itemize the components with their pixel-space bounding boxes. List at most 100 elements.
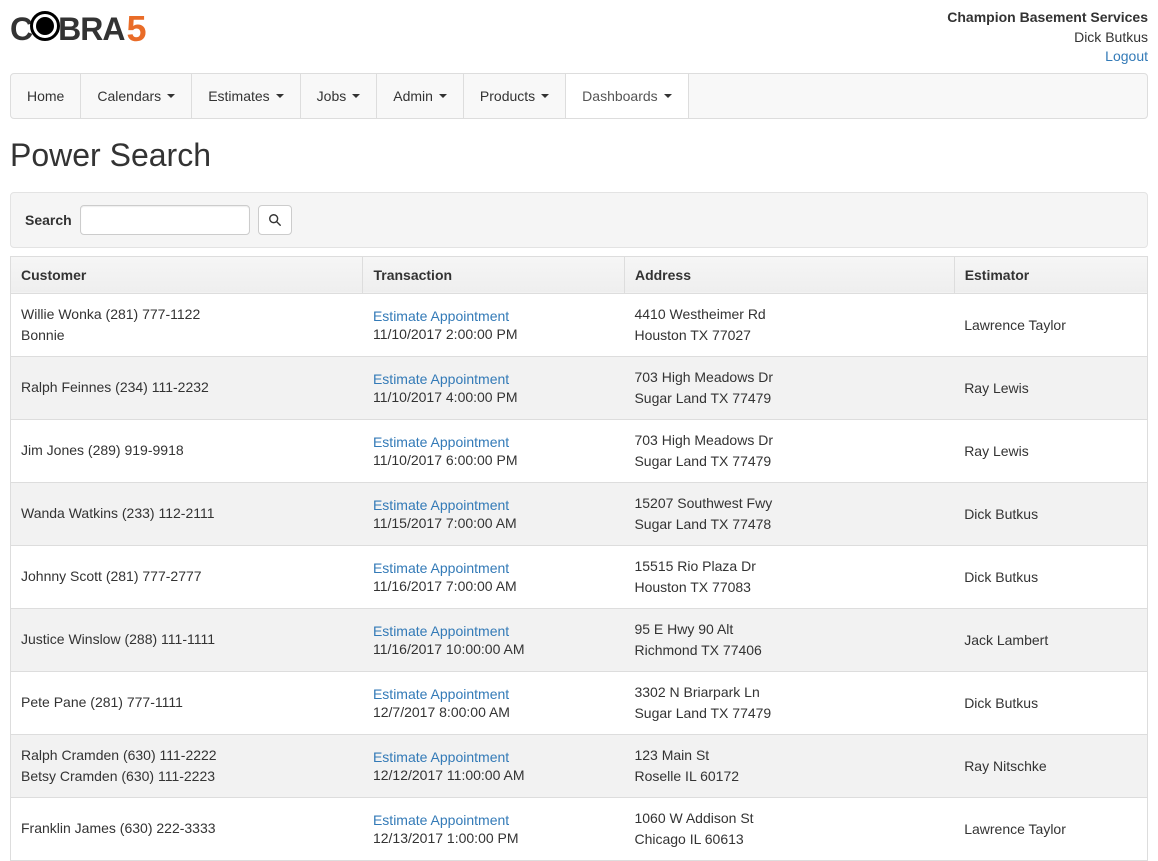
customer-line2: Betsy Cramden (630) 111-2223 <box>21 766 353 787</box>
search-button[interactable] <box>258 205 292 235</box>
customer-line1: Johnny Scott (281) 777-2777 <box>21 566 353 587</box>
transaction-link[interactable]: Estimate Appointment <box>373 749 509 765</box>
transaction-time: 11/16/2017 10:00:00 AM <box>373 641 525 657</box>
cell-address: 15207 Southwest FwySugar Land TX 77478 <box>624 482 954 545</box>
nav-dashboards-label: Dashboards <box>582 88 658 104</box>
caret-down-icon <box>276 94 284 98</box>
nav-products-label: Products <box>480 88 535 104</box>
customer-line1: Pete Pane (281) 777-1111 <box>21 692 353 713</box>
cell-transaction: Estimate Appointment12/12/2017 11:00:00 … <box>363 734 625 797</box>
address-line2: Sugar Land TX 77478 <box>634 514 944 535</box>
col-transaction[interactable]: Transaction <box>363 256 625 293</box>
table-row: Jim Jones (289) 919-9918 Estimate Appoint… <box>11 419 1148 482</box>
cell-address: 95 E Hwy 90 AltRichmond TX 77406 <box>624 608 954 671</box>
cell-customer: Franklin James (630) 222-3333 <box>11 797 363 860</box>
address-line2: Chicago IL 60613 <box>634 829 944 850</box>
results-table: Customer Transaction Address Estimator W… <box>10 256 1148 861</box>
transaction-link[interactable]: Estimate Appointment <box>373 560 509 576</box>
logout-link[interactable]: Logout <box>947 47 1148 67</box>
nav-jobs-label: Jobs <box>317 88 347 104</box>
cell-customer: Justice Winslow (288) 111-1111 <box>11 608 363 671</box>
cell-address: 703 High Meadows DrSugar Land TX 77479 <box>624 419 954 482</box>
address-line2: Sugar Land TX 77479 <box>634 388 944 409</box>
cell-estimator: Lawrence Taylor <box>954 797 1147 860</box>
address-line1: 123 Main St <box>634 745 944 766</box>
cell-transaction: Estimate Appointment11/10/2017 4:00:00 P… <box>363 356 625 419</box>
caret-down-icon <box>439 94 447 98</box>
address-line1: 15207 Southwest Fwy <box>634 493 944 514</box>
nav-products[interactable]: Products <box>464 74 566 118</box>
cell-customer: Jim Jones (289) 919-9918 <box>11 419 363 482</box>
table-row: Ralph Cramden (630) 111-2222Betsy Cramde… <box>11 734 1148 797</box>
address-line1: 95 E Hwy 90 Alt <box>634 619 944 640</box>
transaction-link[interactable]: Estimate Appointment <box>373 686 509 702</box>
cell-address: 123 Main StRoselle IL 60172 <box>624 734 954 797</box>
nav-home-label: Home <box>27 88 64 104</box>
transaction-time: 11/15/2017 7:00:00 AM <box>373 515 517 531</box>
address-line2: Houston TX 77083 <box>634 577 944 598</box>
transaction-link[interactable]: Estimate Appointment <box>373 434 509 450</box>
col-estimator[interactable]: Estimator <box>954 256 1147 293</box>
table-row: Franklin James (630) 222-3333 Estimate Ap… <box>11 797 1148 860</box>
search-icon <box>268 213 282 227</box>
cell-transaction: Estimate Appointment11/10/2017 6:00:00 P… <box>363 419 625 482</box>
cell-transaction: Estimate Appointment 12/7/2017 8:00:00 AM <box>363 671 625 734</box>
transaction-link[interactable]: Estimate Appointment <box>373 497 509 513</box>
table-row: Justice Winslow (288) 111-1111 Estimate A… <box>11 608 1148 671</box>
cell-address: 1060 W Addison StChicago IL 60613 <box>624 797 954 860</box>
nav-jobs[interactable]: Jobs <box>301 74 378 118</box>
search-label: Search <box>25 212 72 228</box>
cell-estimator: Ray Lewis <box>954 356 1147 419</box>
nav-home[interactable]: Home <box>11 74 81 118</box>
transaction-link[interactable]: Estimate Appointment <box>373 812 509 828</box>
customer-line1: Ralph Feinnes (234) 111-2232 <box>21 377 353 398</box>
customer-line1: Franklin James (630) 222-3333 <box>21 818 353 839</box>
cell-address: 703 High Meadows DrSugar Land TX 77479 <box>624 356 954 419</box>
transaction-time: 12/7/2017 8:00:00 AM <box>373 704 510 720</box>
logo-text-bra: BRA <box>58 11 124 48</box>
cell-transaction: Estimate Appointment 11/15/2017 7:00:00 A… <box>363 482 625 545</box>
logo[interactable]: C BRA 5 <box>10 8 145 50</box>
col-address[interactable]: Address <box>624 256 954 293</box>
cell-customer: Wanda Watkins (233) 112-2111 <box>11 482 363 545</box>
caret-down-icon <box>541 94 549 98</box>
transaction-link[interactable]: Estimate Appointment <box>373 623 509 639</box>
transaction-link[interactable]: Estimate Appointment <box>373 308 509 324</box>
cell-customer: Pete Pane (281) 777-1111 <box>11 671 363 734</box>
search-input[interactable] <box>80 205 250 235</box>
logo-text-c: C <box>10 11 32 48</box>
address-line2: Richmond TX 77406 <box>634 640 944 661</box>
nav-admin[interactable]: Admin <box>377 74 464 118</box>
logo-o-icon <box>30 11 60 41</box>
cell-customer: Ralph Cramden (630) 111-2222Betsy Cramde… <box>11 734 363 797</box>
transaction-link[interactable]: Estimate Appointment <box>373 371 509 387</box>
nav-dashboards[interactable]: Dashboards <box>566 74 689 118</box>
caret-down-icon <box>664 94 672 98</box>
address-line1: 3302 N Briarpark Ln <box>634 682 944 703</box>
cell-address: 4410 Westheimer RdHouston TX 77027 <box>624 293 954 356</box>
caret-down-icon <box>352 94 360 98</box>
cell-estimator: Dick Butkus <box>954 671 1147 734</box>
user-name: Dick Butkus <box>947 28 1148 48</box>
cell-transaction: Estimate Appointment11/16/2017 7:00:00 A… <box>363 545 625 608</box>
cell-estimator: Jack Lambert <box>954 608 1147 671</box>
customer-line1: Jim Jones (289) 919-9918 <box>21 440 353 461</box>
customer-line2: Bonnie <box>21 325 353 346</box>
address-line2: Sugar Land TX 77479 <box>634 703 944 724</box>
customer-line1: Justice Winslow (288) 111-1111 <box>21 629 353 650</box>
transaction-time: 12/13/2017 1:00:00 PM <box>373 830 519 846</box>
cell-address: 3302 N Briarpark LnSugar Land TX 77479 <box>624 671 954 734</box>
cell-estimator: Lawrence Taylor <box>954 293 1147 356</box>
cell-estimator: Ray Nitschke <box>954 734 1147 797</box>
nav-estimates-label: Estimates <box>208 88 269 104</box>
address-line2: Roselle IL 60172 <box>634 766 944 787</box>
cell-transaction: Estimate Appointment11/10/2017 2:00:00 P… <box>363 293 625 356</box>
nav-calendars-label: Calendars <box>97 88 161 104</box>
nav-estimates[interactable]: Estimates <box>192 74 300 118</box>
caret-down-icon <box>167 94 175 98</box>
col-customer[interactable]: Customer <box>11 256 363 293</box>
table-row: Johnny Scott (281) 777-2777 Estimate Appo… <box>11 545 1148 608</box>
address-line1: 1060 W Addison St <box>634 808 944 829</box>
table-row: Wanda Watkins (233) 112-2111Estimate App… <box>11 482 1148 545</box>
nav-calendars[interactable]: Calendars <box>81 74 192 118</box>
